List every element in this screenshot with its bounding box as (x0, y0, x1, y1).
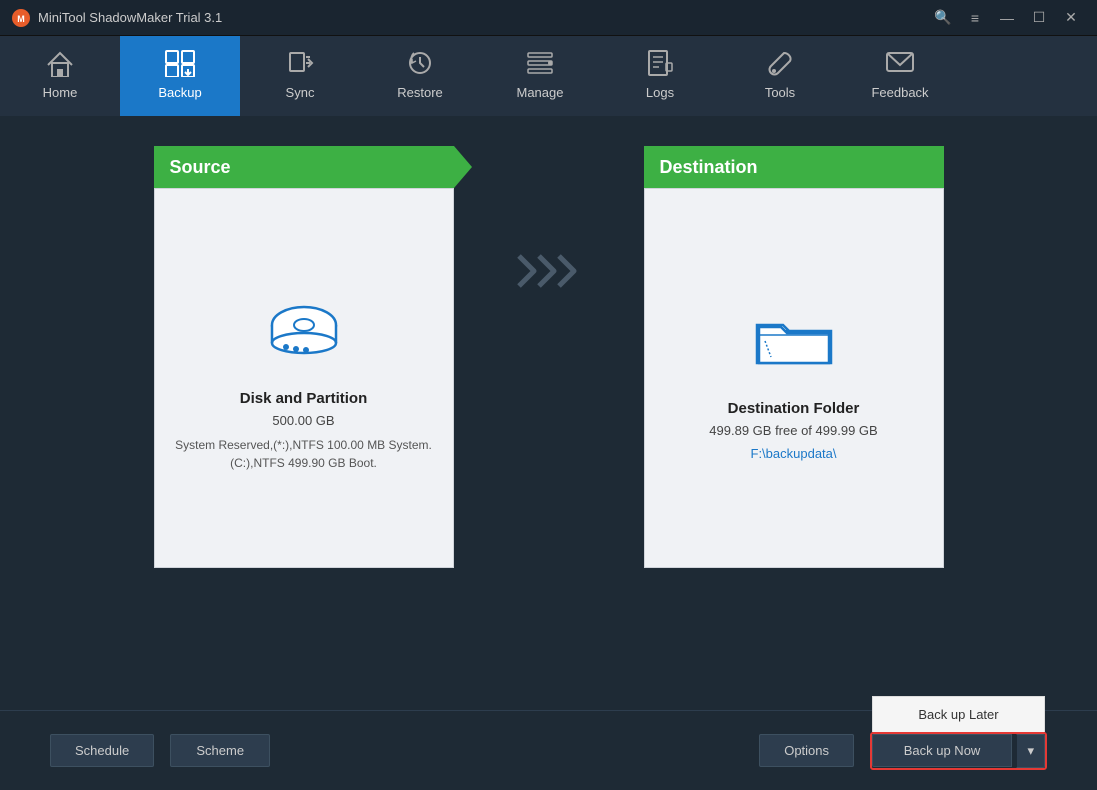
titlebar: M MiniTool ShadowMaker Trial 3.1 🔍 ≡ — ☐… (0, 0, 1097, 36)
close-button[interactable]: ✕ (1057, 6, 1085, 30)
menu-button[interactable]: ≡ (961, 6, 989, 30)
options-button[interactable]: Options (759, 734, 854, 767)
arrow-indicator (514, 146, 584, 305)
nav-manage[interactable]: Manage (480, 36, 600, 116)
source-size: 500.00 GB (272, 413, 334, 428)
nav-sync-label: Sync (286, 85, 315, 100)
nav-restore-label: Restore (397, 85, 443, 100)
destination-path: F:\backupdata\ (751, 446, 837, 461)
footer-right: Options Back up Later Back up Now ▾ (759, 732, 1047, 770)
feedback-icon (884, 49, 916, 81)
nav-sync[interactable]: Sync (240, 36, 360, 116)
source-description: System Reserved,(*:),NTFS 100.00 MB Syst… (175, 436, 433, 472)
destination-title: Destination Folder (728, 400, 860, 417)
source-header-label: Source (170, 157, 231, 178)
destination-header-label: Destination (660, 157, 758, 178)
nav-home-label: Home (43, 85, 78, 100)
tools-icon (764, 49, 796, 81)
backup-later-button[interactable]: Back up Later (873, 697, 1044, 732)
nav-backup-label: Backup (158, 85, 201, 100)
source-card[interactable]: Source Disk and Partition 500.00 GB Syst… (154, 146, 454, 568)
nav-logs-label: Logs (646, 85, 674, 100)
schedule-button[interactable]: Schedule (50, 734, 154, 767)
source-header: Source (154, 146, 454, 188)
nav-restore[interactable]: Restore (360, 36, 480, 116)
search-button[interactable]: 🔍 (929, 6, 957, 30)
backup-dropdown-toggle[interactable]: ▾ (1016, 734, 1045, 768)
nav-backup[interactable]: Backup (120, 36, 240, 116)
window-controls: 🔍 ≡ — ☐ ✕ (929, 6, 1085, 30)
backup-now-button[interactable]: Back up Now (872, 734, 1012, 767)
backup-group: Back up Later Back up Now ▾ (870, 732, 1047, 770)
destination-header: Destination (644, 146, 944, 188)
nav-tools[interactable]: Tools (720, 36, 840, 116)
footer: Schedule Scheme Options Back up Later Ba… (0, 710, 1097, 790)
footer-left: Schedule Scheme (50, 734, 270, 767)
minimize-button[interactable]: — (993, 6, 1021, 30)
backup-later-dropdown: Back up Later (872, 696, 1045, 732)
nav-tools-label: Tools (765, 85, 795, 100)
folder-icon (749, 305, 839, 400)
svg-text:M: M (17, 14, 25, 24)
scheme-button[interactable]: Scheme (170, 734, 270, 767)
nav-feedback[interactable]: Feedback (840, 36, 960, 116)
manage-icon (524, 49, 556, 81)
nav-logs[interactable]: Logs (600, 36, 720, 116)
main-content: Source Disk and Partition 500.00 GB Syst… (0, 116, 1097, 710)
app-title: MiniTool ShadowMaker Trial 3.1 (38, 10, 222, 25)
home-icon (44, 49, 76, 81)
app-logo: M (12, 9, 30, 27)
nav-home[interactable]: Home (0, 36, 120, 116)
backup-icon (164, 49, 196, 81)
logs-icon (644, 49, 676, 81)
sync-icon (284, 49, 316, 81)
navbar: Home Backup Sync (0, 36, 1097, 116)
nav-manage-label: Manage (517, 85, 564, 100)
source-body[interactable]: Disk and Partition 500.00 GB System Rese… (154, 188, 454, 568)
nav-feedback-label: Feedback (871, 85, 928, 100)
restore-icon (404, 49, 436, 81)
source-title: Disk and Partition (240, 390, 368, 407)
destination-card[interactable]: Destination Destination Folder 499.89 GB… (644, 146, 944, 568)
disk-icon (259, 295, 349, 390)
destination-body[interactable]: Destination Folder 499.89 GB free of 499… (644, 188, 944, 568)
maximize-button[interactable]: ☐ (1025, 6, 1053, 30)
titlebar-left: M MiniTool ShadowMaker Trial 3.1 (12, 9, 222, 27)
destination-free: 499.89 GB free of 499.99 GB (709, 423, 877, 438)
